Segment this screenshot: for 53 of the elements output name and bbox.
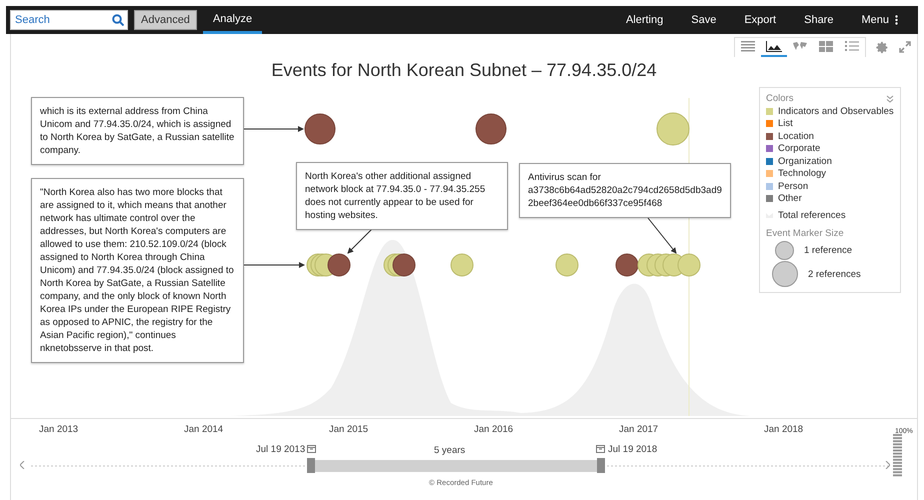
legend-label: Person (778, 180, 808, 192)
marker-size-icon (775, 240, 794, 260)
axis-label: Jan 2014 (184, 424, 224, 435)
range-end-label: Jul 19 2018 (608, 444, 658, 455)
area-chart-icon (766, 41, 782, 52)
legend-label: List (778, 118, 793, 129)
annotation-callout: which is its external address from China Unicom and 77.94.35.0/24, which is assigned to North Korea by SatGate, a Russian satellite company. (31, 97, 244, 165)
axis-label: Jan 2013 (39, 424, 78, 435)
collapse-icon[interactable] (886, 94, 894, 102)
legend-title: Event Marker Size (766, 228, 845, 239)
calendar-icon[interactable] (307, 444, 316, 453)
annotation-callout: North Korea's other additional assigned network block at 77.94.35.0 - 77.94.35.255 does not currently appear to be used for hosting websites. (296, 162, 508, 230)
nav-action[interactable]: Alerting (612, 14, 678, 26)
menu-button[interactable]: Menu (847, 14, 912, 26)
range-slider-drawing[interactable] (31, 457, 891, 473)
more-icon (895, 15, 898, 25)
range-duration: 5 years (434, 445, 466, 456)
search-icon[interactable] (112, 14, 124, 26)
annotation-callout: Antivirus scan for a3738c6b64ad52820a2c794cd2658d5db3ad92beef364ee0db66f337ce95f468 (519, 163, 731, 218)
world-map-icon (792, 41, 808, 52)
legend-label: Total references (778, 210, 846, 220)
nav-action[interactable]: Share (790, 14, 848, 26)
legend-label: Indicators and Observables (778, 106, 894, 116)
search-field[interactable]: Search (10, 10, 128, 30)
zoom-meter-icon[interactable] (893, 434, 902, 478)
calendar-icon[interactable] (596, 444, 605, 453)
legend-label: 1 reference (804, 244, 852, 256)
chart-title: Events for North Korean Subnet – 77.94.35.0/24 (270, 60, 658, 82)
axis-label: Jan 2017 (619, 424, 658, 435)
annotation-callout: "North Korea also has two more blocks that are assigned to it, which means that another network has ultimate control over the addresses, but North Korea's computers are allowed to use them: 210.52.109.0/24 (block assigned to North Korea through China Unicom) and 77.94.35.0/24 (block assigned to North Korea by SatGate, a Russian Satellite company, and the only block of known North Korea IPs under the European RIPE Registry as opposed to APNIC, the registry for the Asian Pacific region)," continues nknetobsserve in that post. (31, 178, 244, 363)
axis-label: Jan 2015 (329, 424, 368, 435)
marker-size-icon (772, 261, 798, 287)
legend-label: Corporate (778, 143, 820, 154)
legend-label: Location (778, 130, 814, 142)
axis-label: Jan 2018 (764, 424, 804, 435)
expand-icon[interactable] (899, 41, 911, 53)
scroll-right-icon[interactable] (885, 461, 890, 469)
advanced-button[interactable]: Advanced (134, 10, 197, 30)
scroll-left-icon[interactable] (20, 461, 25, 469)
legend-label: 2 references (808, 268, 861, 280)
legend-label: Organization (778, 156, 832, 166)
nav-action[interactable]: Save (677, 14, 730, 26)
list-icon (741, 41, 755, 52)
legend-title: Colors (766, 93, 794, 104)
axis-label: Jan 2016 (474, 424, 514, 435)
nav-tab[interactable]: Analyze (202, 6, 262, 34)
bullet-list-icon (845, 41, 859, 52)
range-start-label: Jul 19 2013 (256, 444, 306, 455)
grid-icon (819, 41, 833, 52)
settings-icon[interactable] (876, 40, 889, 54)
nav-action[interactable]: Export (730, 14, 790, 26)
legend-label: Other (778, 193, 802, 204)
legend-label: Technology (778, 168, 826, 179)
